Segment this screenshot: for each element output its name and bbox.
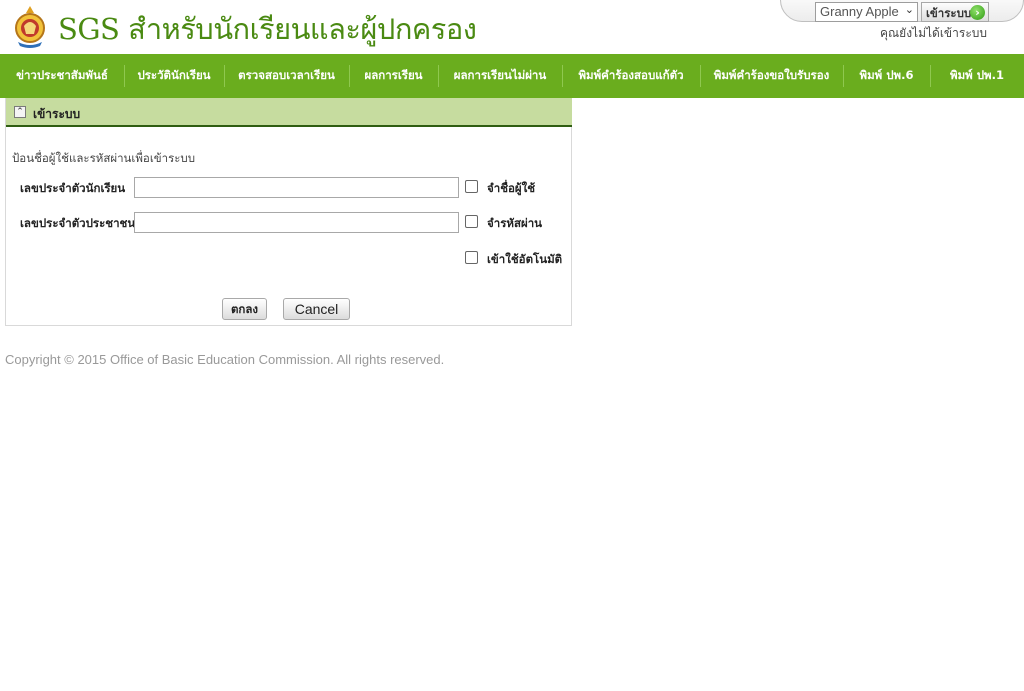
login-status: คุณยังไม่ได้เข้าระบบ bbox=[880, 26, 987, 40]
nav-item-print-certificate-request[interactable]: พิมพ์คำร้องขอใบรับรอง bbox=[700, 54, 843, 98]
go-arrow-icon: › bbox=[970, 5, 985, 20]
login-panel: ⌃ เข้าระบบ ป้อนชื่อผู้ใช้และรหัสผ่านเพื่… bbox=[5, 98, 572, 326]
nav-item-failed-grades[interactable]: ผลการเรียนไม่ผ่าน bbox=[438, 54, 562, 98]
chevron-down-icon: ⌄ bbox=[904, 4, 914, 16]
collapse-icon[interactable]: ⌃ bbox=[14, 106, 26, 118]
remember-user-label: จำชื่อผู้ใช้ bbox=[487, 181, 536, 195]
user-select-value: Granny Apple bbox=[820, 4, 899, 19]
remember-password-checkbox[interactable] bbox=[465, 215, 478, 228]
site-header: SGS สำหรับนักเรียนและผู้ปกครอง Granny Ap… bbox=[0, 0, 1024, 54]
login-panel-title: เข้าระบบ bbox=[33, 107, 81, 121]
login-panel-header: ⌃ เข้าระบบ bbox=[6, 98, 572, 127]
remember-user-checkbox[interactable] bbox=[465, 180, 478, 193]
citizen-id-label: เลขประจำตัวประชาชน bbox=[20, 216, 136, 230]
nav-item-print-retake-request[interactable]: พิมพ์คำร้องสอบแก้ตัว bbox=[562, 54, 700, 98]
student-id-label: เลขประจำตัวนักเรียน bbox=[20, 181, 126, 195]
auto-login-checkbox[interactable] bbox=[465, 251, 478, 264]
cancel-button[interactable]: Cancel bbox=[283, 298, 350, 320]
copyright-footer: Copyright © 2015 Office of Basic Educati… bbox=[5, 352, 445, 367]
nav-item-grades[interactable]: ผลการเรียน bbox=[349, 54, 438, 98]
nav-item-print-por-por-1[interactable]: พิมพ์ ปพ.1 bbox=[930, 54, 1024, 98]
auto-login-label: เข้าใช้อัตโนมัติ bbox=[487, 252, 563, 266]
school-emblem-icon bbox=[15, 6, 45, 48]
login-button[interactable]: เข้าระบบ › bbox=[921, 2, 989, 22]
main-navbar: ข่าวประชาสัมพันธ์ ประวัตินักเรียน ตรวจสอ… bbox=[0, 54, 1024, 98]
nav-item-news[interactable]: ข่าวประชาสัมพันธ์ bbox=[0, 54, 124, 98]
nav-item-print-por-por-6[interactable]: พิมพ์ ปพ.6 bbox=[843, 54, 930, 98]
login-button-label: เข้าระบบ bbox=[926, 6, 972, 20]
citizen-id-input[interactable] bbox=[134, 212, 459, 233]
login-instruction: ป้อนชื่อผู้ใช้และรหัสผ่านเพื่อเข้าระบบ bbox=[12, 151, 196, 165]
nav-item-attendance[interactable]: ตรวจสอบเวลาเรียน bbox=[224, 54, 349, 98]
student-id-input[interactable] bbox=[134, 177, 459, 198]
ok-button[interactable]: ตกลง bbox=[222, 298, 267, 320]
nav-item-student-profile[interactable]: ประวัตินักเรียน bbox=[124, 54, 224, 98]
remember-password-label: จำรหัสผ่าน bbox=[487, 216, 543, 230]
user-select[interactable]: Granny Apple ⌄ bbox=[815, 2, 918, 22]
site-title: SGS สำหรับนักเรียนและผู้ปกครอง bbox=[58, 12, 477, 46]
